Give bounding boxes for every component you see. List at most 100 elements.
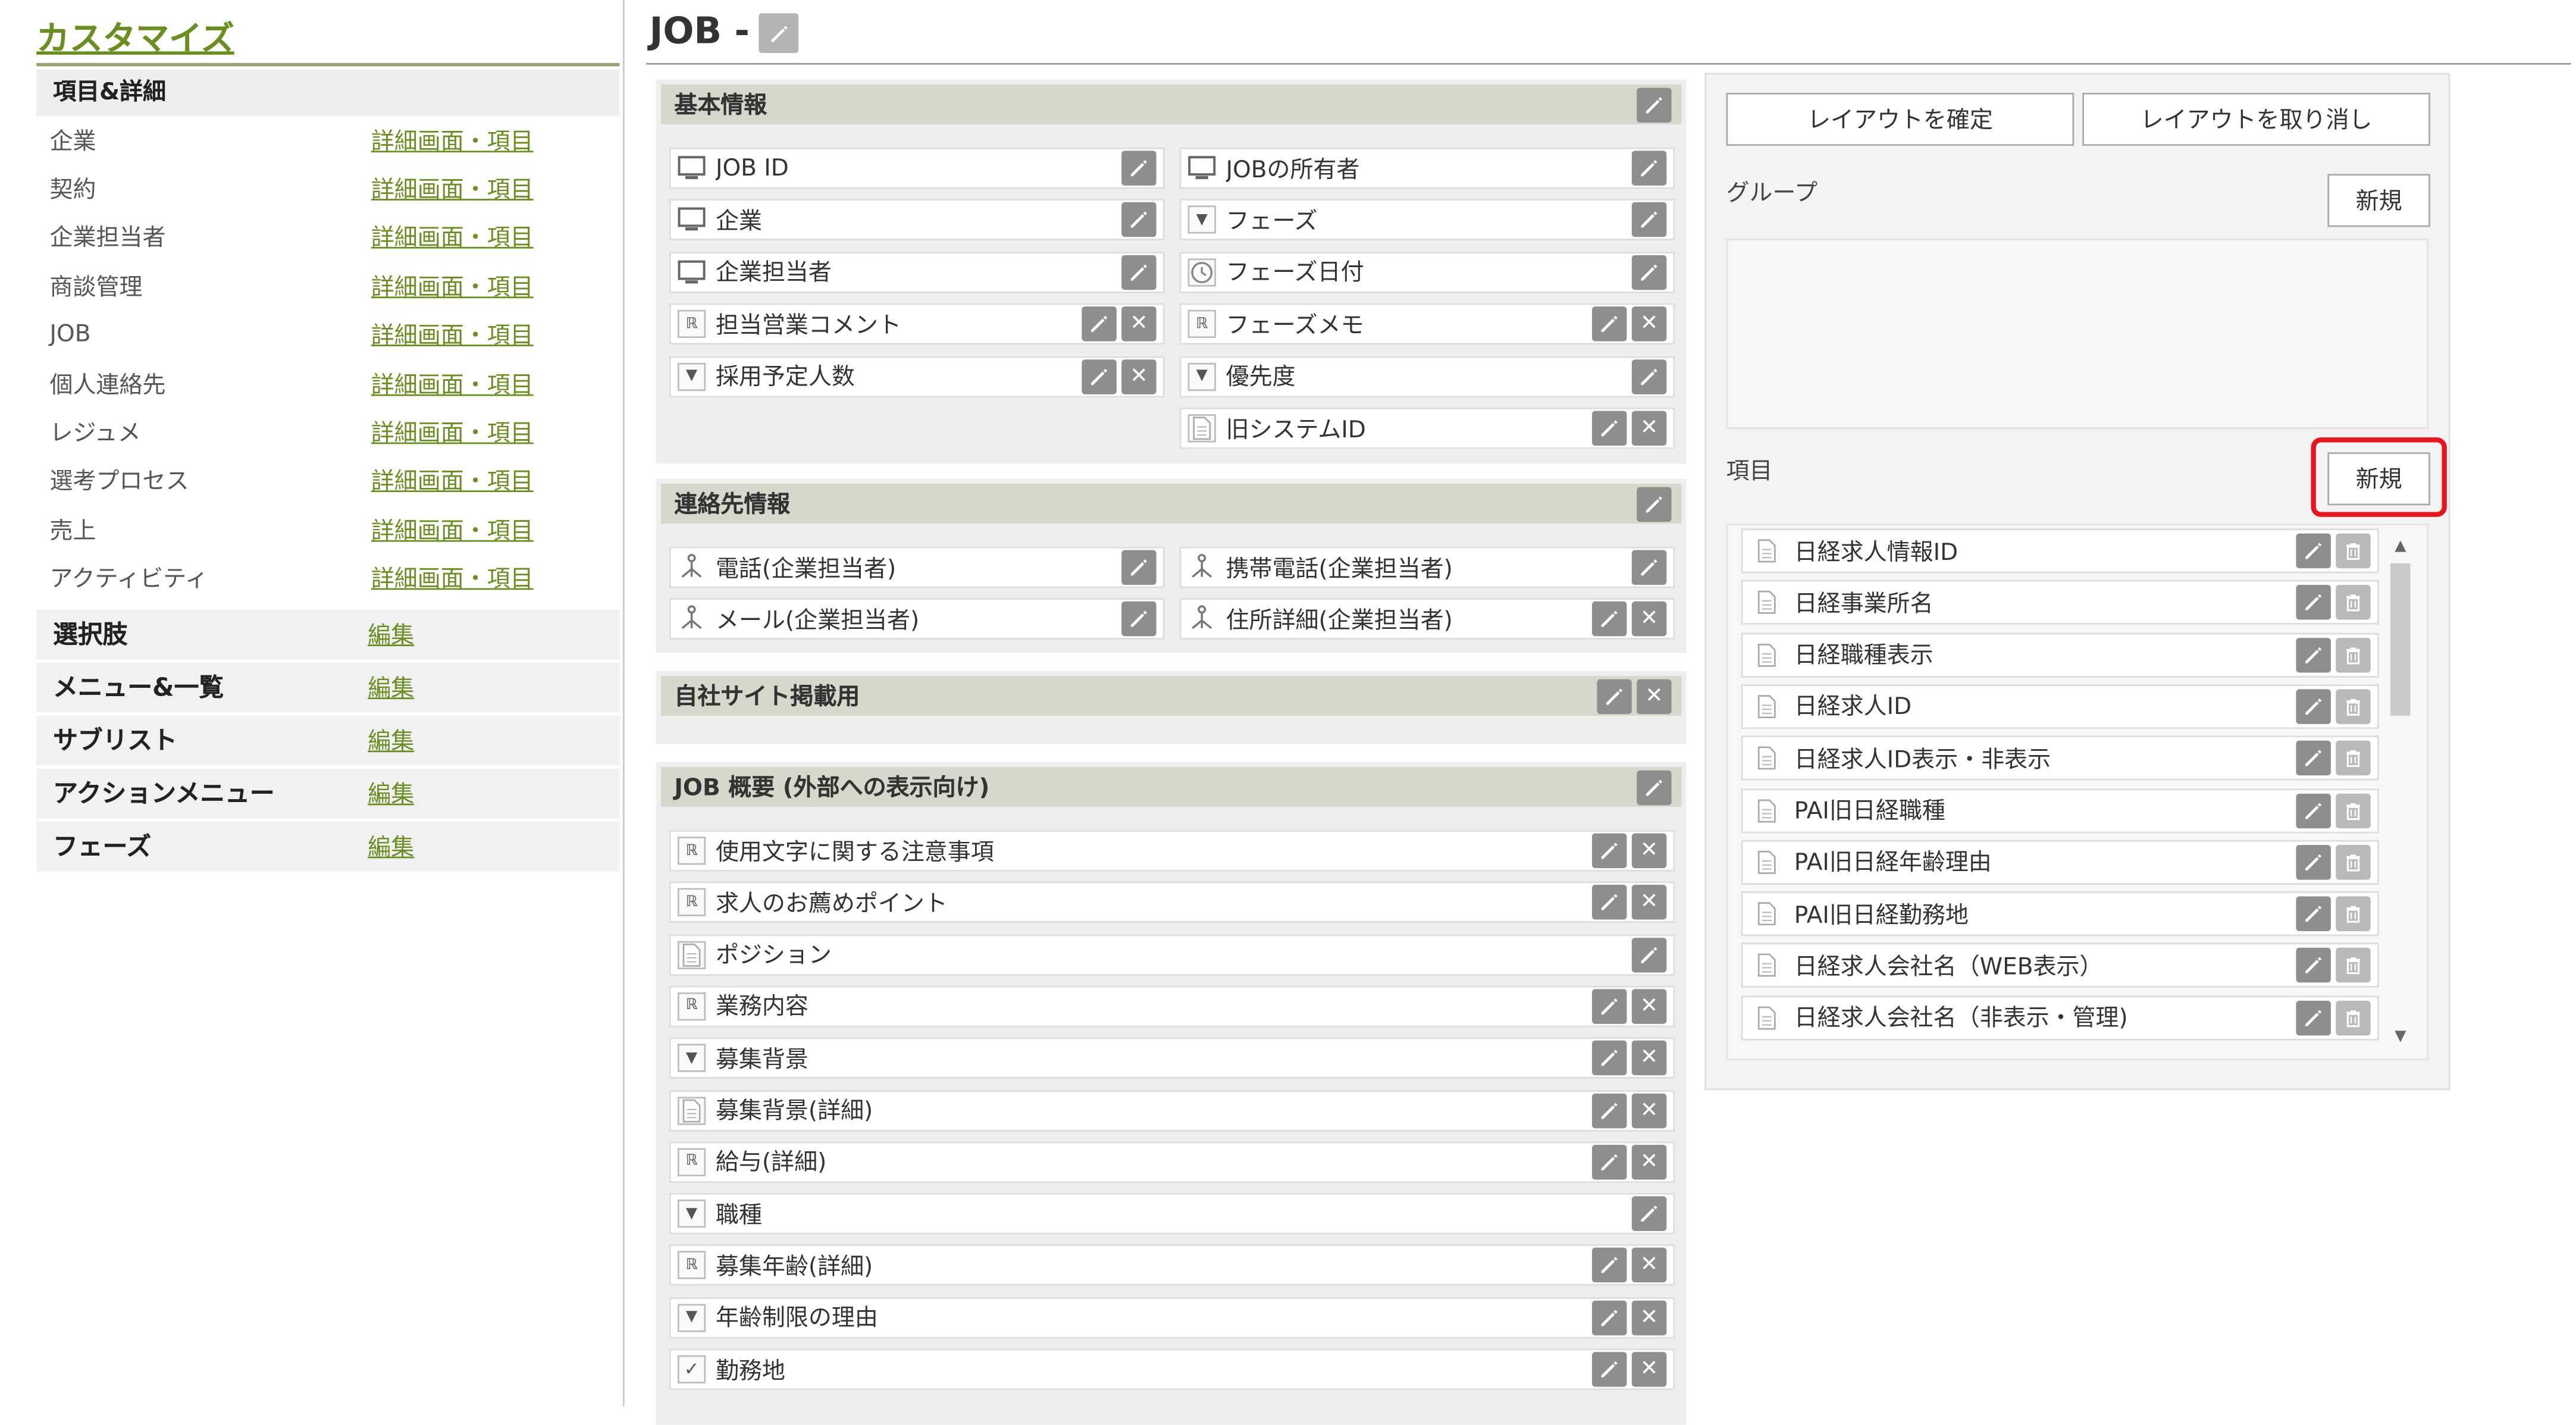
- basic-right-3-edit-pencil-icon[interactable]: [1592, 306, 1627, 342]
- palette-item[interactable]: 日経事業所名: [1741, 580, 2379, 625]
- palette-item-edit-pencil-icon[interactable]: [2296, 689, 2331, 724]
- field-overview[interactable]: ポジション: [669, 934, 1675, 975]
- new-group-button[interactable]: 新規: [2327, 174, 2431, 227]
- overview-6-remove-close-icon[interactable]: ✕: [1631, 1144, 1667, 1180]
- sidebar-row-detail-link[interactable]: 詳細画面・項目: [371, 124, 534, 157]
- field-basic-left[interactable]: ▼ 採用予定人数 ✕: [669, 355, 1165, 397]
- basic-left-3-edit-pencil-icon[interactable]: [1082, 306, 1117, 342]
- scroll-down-icon[interactable]: ▼: [2390, 1027, 2410, 1047]
- sidebar-row-detail-link[interactable]: 詳細画面・項目: [371, 562, 534, 596]
- sidebar-section-edit-link[interactable]: 編集: [368, 777, 414, 810]
- sidebar-section-edit-link[interactable]: 編集: [368, 830, 414, 863]
- palette-item-delete-trash-icon[interactable]: [2336, 793, 2371, 828]
- field-contact-right[interactable]: 住所詳細(企業担当者) ✕: [1179, 598, 1675, 640]
- basic-right-5-edit-pencil-icon[interactable]: [1592, 411, 1627, 446]
- sidebar-row-detail-link[interactable]: 詳細画面・項目: [371, 270, 534, 303]
- overview-5-remove-close-icon[interactable]: ✕: [1631, 1092, 1667, 1128]
- palette-item-edit-pencil-icon[interactable]: [2296, 637, 2331, 672]
- contact-right-1-edit-pencil-icon[interactable]: [1592, 601, 1627, 637]
- overview-1-remove-close-icon[interactable]: ✕: [1631, 885, 1667, 920]
- basic-right-5-remove-close-icon[interactable]: ✕: [1631, 411, 1667, 446]
- field-basic-right[interactable]: ▼ フェーズ: [1179, 199, 1675, 241]
- palette-item[interactable]: 日経求人会社名（WEB表示）: [1741, 943, 2379, 988]
- palette-item-edit-pencil-icon[interactable]: [2296, 533, 2331, 569]
- sidebar-row-detail-link[interactable]: 詳細画面・項目: [371, 173, 534, 206]
- palette-item-delete-trash-icon[interactable]: [2336, 1000, 2371, 1035]
- field-overview[interactable]: ℝ 募集年齢(詳細) ✕: [669, 1245, 1675, 1286]
- palette-item-edit-pencil-icon[interactable]: [2296, 948, 2331, 984]
- own-site-section-remove-close-icon[interactable]: ✕: [1637, 678, 1672, 713]
- palette-item-delete-trash-icon[interactable]: [2336, 896, 2371, 932]
- contact-left-1-edit-pencil-icon[interactable]: [1121, 601, 1157, 637]
- sidebar-row-detail-link[interactable]: 詳細画面・項目: [371, 318, 534, 352]
- field-overview[interactable]: ℝ 使用文字に関する注意事項 ✕: [669, 830, 1675, 872]
- palette-item-edit-pencil-icon[interactable]: [2296, 896, 2331, 932]
- basic-right-0-edit-pencil-icon[interactable]: [1631, 151, 1667, 186]
- palette-item[interactable]: 日経求人会社名（非表示・管理): [1741, 995, 2379, 1040]
- field-overview[interactable]: ▼ 募集背景 ✕: [669, 1037, 1675, 1079]
- sidebar-row-detail-link[interactable]: 詳細画面・項目: [371, 416, 534, 449]
- palette-item[interactable]: PAI旧日経職種: [1741, 788, 2379, 833]
- basic-left-1-edit-pencil-icon[interactable]: [1121, 202, 1157, 238]
- field-basic-right[interactable]: ▼ 優先度: [1179, 355, 1675, 397]
- field-overview[interactable]: ✓ 勤務地 ✕: [669, 1348, 1675, 1390]
- confirm-layout-button[interactable]: レイアウトを確定: [1726, 92, 2074, 146]
- palette-item-delete-trash-icon[interactable]: [2336, 844, 2371, 880]
- palette-item-edit-pencil-icon[interactable]: [2296, 844, 2331, 880]
- overview-0-edit-pencil-icon[interactable]: [1592, 833, 1627, 869]
- sidebar-row-detail-link[interactable]: 詳細画面・項目: [371, 465, 534, 498]
- section-contact-info-header[interactable]: 連絡先情報: [661, 484, 1682, 524]
- sidebar-row-detail-link[interactable]: 詳細画面・項目: [371, 221, 534, 255]
- overview-section-edit-pencil-icon[interactable]: [1637, 769, 1672, 804]
- sidebar-title[interactable]: カスタマイズ: [36, 13, 619, 63]
- basic-left-0-edit-pencil-icon[interactable]: [1121, 151, 1157, 186]
- contact-right-1-remove-close-icon[interactable]: ✕: [1631, 601, 1667, 637]
- field-basic-right[interactable]: 旧システムID ✕: [1179, 408, 1675, 449]
- section-own-site-header[interactable]: 自社サイト掲載用 ✕: [661, 676, 1682, 716]
- overview-4-edit-pencil-icon[interactable]: [1592, 1041, 1627, 1076]
- item-list-scrollbar[interactable]: ▲ ▼: [2387, 534, 2414, 1051]
- palette-item-delete-trash-icon[interactable]: [2336, 533, 2371, 569]
- contact-section-edit-pencil-icon[interactable]: [1637, 486, 1672, 521]
- palette-item[interactable]: PAI旧日経年齢理由: [1741, 840, 2379, 885]
- cancel-layout-button[interactable]: レイアウトを取り消し: [2082, 92, 2431, 146]
- field-basic-right[interactable]: JOBの所有者: [1179, 147, 1675, 189]
- basic-right-2-edit-pencil-icon[interactable]: [1631, 255, 1667, 290]
- basic-section-edit-pencil-icon[interactable]: [1637, 87, 1672, 122]
- palette-item-edit-pencil-icon[interactable]: [2296, 1000, 2331, 1035]
- palette-item-delete-trash-icon[interactable]: [2336, 637, 2371, 672]
- new-item-button[interactable]: 新規: [2327, 452, 2431, 506]
- sidebar-section-edit-link[interactable]: 編集: [368, 671, 414, 704]
- overview-9-edit-pencil-icon[interactable]: [1592, 1300, 1627, 1335]
- palette-item-delete-trash-icon[interactable]: [2336, 741, 2371, 776]
- overview-4-remove-close-icon[interactable]: ✕: [1631, 1041, 1667, 1076]
- basic-right-1-edit-pencil-icon[interactable]: [1631, 202, 1667, 238]
- field-basic-left[interactable]: 企業: [669, 199, 1165, 241]
- palette-item-delete-trash-icon[interactable]: [2336, 689, 2371, 724]
- overview-10-edit-pencil-icon[interactable]: [1592, 1352, 1627, 1387]
- basic-left-2-edit-pencil-icon[interactable]: [1121, 255, 1157, 290]
- sidebar-row-detail-link[interactable]: 詳細画面・項目: [371, 367, 534, 400]
- basic-left-4-remove-close-icon[interactable]: ✕: [1121, 359, 1157, 394]
- field-overview[interactable]: ▼ 年齢制限の理由 ✕: [669, 1296, 1675, 1339]
- section-job-overview-header[interactable]: JOB 概要 (外部への表示向け): [661, 767, 1682, 807]
- field-overview[interactable]: ℝ 給与(詳細) ✕: [669, 1141, 1675, 1183]
- basic-right-3-remove-close-icon[interactable]: ✕: [1631, 306, 1667, 342]
- overview-7-edit-pencil-icon[interactable]: [1631, 1196, 1667, 1232]
- overview-3-remove-close-icon[interactable]: ✕: [1631, 989, 1667, 1024]
- palette-item[interactable]: 日経求人情報ID: [1741, 528, 2379, 574]
- field-overview[interactable]: 募集背景(詳細) ✕: [669, 1089, 1675, 1131]
- scroll-thumb[interactable]: [2390, 563, 2411, 716]
- sidebar-section-edit-link[interactable]: 編集: [368, 618, 414, 651]
- field-contact-left[interactable]: 電話(企業担当者): [669, 546, 1165, 588]
- field-basic-right[interactable]: フェーズ日付: [1179, 251, 1675, 293]
- overview-10-remove-close-icon[interactable]: ✕: [1631, 1352, 1667, 1387]
- overview-2-edit-pencil-icon[interactable]: [1631, 937, 1667, 972]
- field-overview[interactable]: ℝ 業務内容 ✕: [669, 985, 1675, 1028]
- own-site-section-edit-pencil-icon[interactable]: [1597, 678, 1632, 713]
- palette-item-edit-pencil-icon[interactable]: [2296, 585, 2331, 621]
- field-basic-left[interactable]: ℝ 担当営業コメント ✕: [669, 303, 1165, 345]
- field-contact-left[interactable]: メール(企業担当者): [669, 598, 1165, 640]
- basic-left-3-remove-close-icon[interactable]: ✕: [1121, 306, 1157, 342]
- overview-8-edit-pencil-icon[interactable]: [1592, 1248, 1627, 1283]
